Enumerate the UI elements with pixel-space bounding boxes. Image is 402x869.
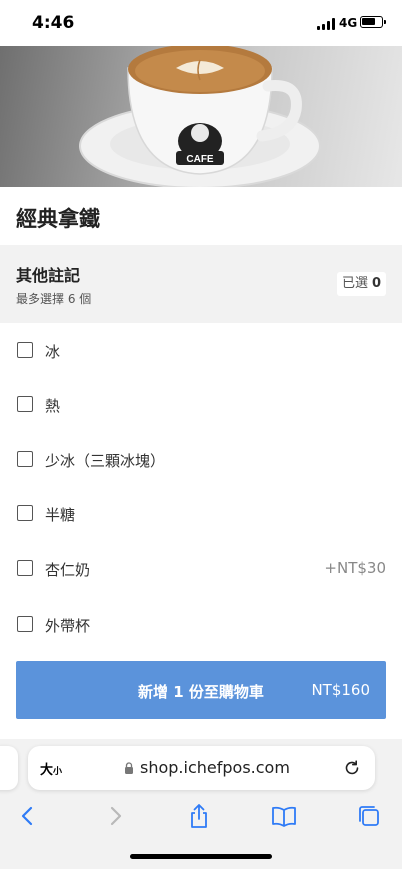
selected-count: 0 (371, 276, 381, 291)
battery-icon (360, 16, 386, 28)
option-label: 熱 (45, 397, 61, 415)
selected-label: 已選 (341, 276, 368, 291)
add-to-cart-button[interactable]: 新增 1 份至購物車 NT$160 (16, 661, 386, 719)
checkbox[interactable] (17, 560, 33, 576)
back-icon[interactable] (15, 803, 41, 829)
option-row-takeaway-cup[interactable]: 外帶杯 (0, 597, 402, 651)
add-to-cart-bar: 新增 1 份至購物車 NT$160 (0, 651, 402, 739)
option-price: +NT$30 (324, 559, 386, 577)
option-label: 半糖 (45, 506, 76, 524)
tabs-icon[interactable] (356, 803, 382, 829)
lock-icon (125, 762, 133, 774)
previous-tab-preview[interactable] (0, 746, 18, 790)
option-row-less-ice[interactable]: 少冰（三顆冰塊） (0, 432, 402, 486)
home-indicator[interactable] (130, 854, 272, 859)
option-row-almond-milk[interactable]: 杏仁奶 +NT$30 (0, 541, 402, 595)
cup-logo-text: CAFE (186, 154, 214, 165)
coffee-cup-illustration: CAFE (79, 46, 321, 187)
bookmarks-icon[interactable] (271, 803, 297, 829)
product-title-area: 經典拿鐵 (0, 187, 402, 245)
options-list: 冰 熱 少冰（三顆冰塊） 半糖 杏仁奶 +NT$30 外帶杯 (0, 323, 402, 651)
checkbox[interactable] (17, 616, 33, 632)
cellular-signal-icon (317, 18, 335, 30)
reload-icon[interactable] (343, 759, 361, 777)
option-label: 少冰（三顆冰塊） (45, 452, 166, 470)
text-size-button[interactable]: 大小 (40, 759, 62, 778)
address-bar[interactable]: 大小 shop.ichefpos.com (28, 746, 375, 790)
option-label: 冰 (45, 343, 61, 361)
battery-level (362, 18, 375, 25)
option-row-hot[interactable]: 熱 (0, 377, 402, 431)
product-image: CAFE (0, 46, 402, 187)
browser-toolbar: 大小 shop.ichefpos.com (0, 739, 402, 869)
share-icon[interactable] (186, 803, 212, 829)
text-size-large: 大 (40, 763, 54, 778)
product-title: 經典拿鐵 (16, 207, 100, 231)
option-label: 杏仁奶 (45, 561, 91, 579)
url-text: shop.ichefpos.com (140, 758, 290, 777)
options-group-title: 其他註記 (16, 266, 81, 285)
selected-count-badge: 已選 0 (336, 272, 386, 296)
add-to-cart-price: NT$160 (311, 681, 370, 699)
text-size-small: 小 (53, 767, 63, 777)
checkbox[interactable] (17, 396, 33, 412)
checkbox[interactable] (17, 451, 33, 467)
status-time: 4:46 (32, 13, 75, 33)
option-row-ice[interactable]: 冰 (0, 323, 402, 377)
forward-icon[interactable] (102, 803, 128, 829)
options-group-header: 其他註記 最多選擇 6 個 已選 0 (0, 245, 402, 323)
option-row-half-sugar[interactable]: 半糖 (0, 486, 402, 540)
status-bar: 4:46 4G (0, 0, 402, 46)
checkbox[interactable] (17, 505, 33, 521)
network-type: 4G (339, 16, 358, 30)
options-group-limit: 最多選擇 6 個 (16, 292, 92, 306)
checkbox[interactable] (17, 342, 33, 358)
option-label: 外帶杯 (45, 617, 91, 635)
